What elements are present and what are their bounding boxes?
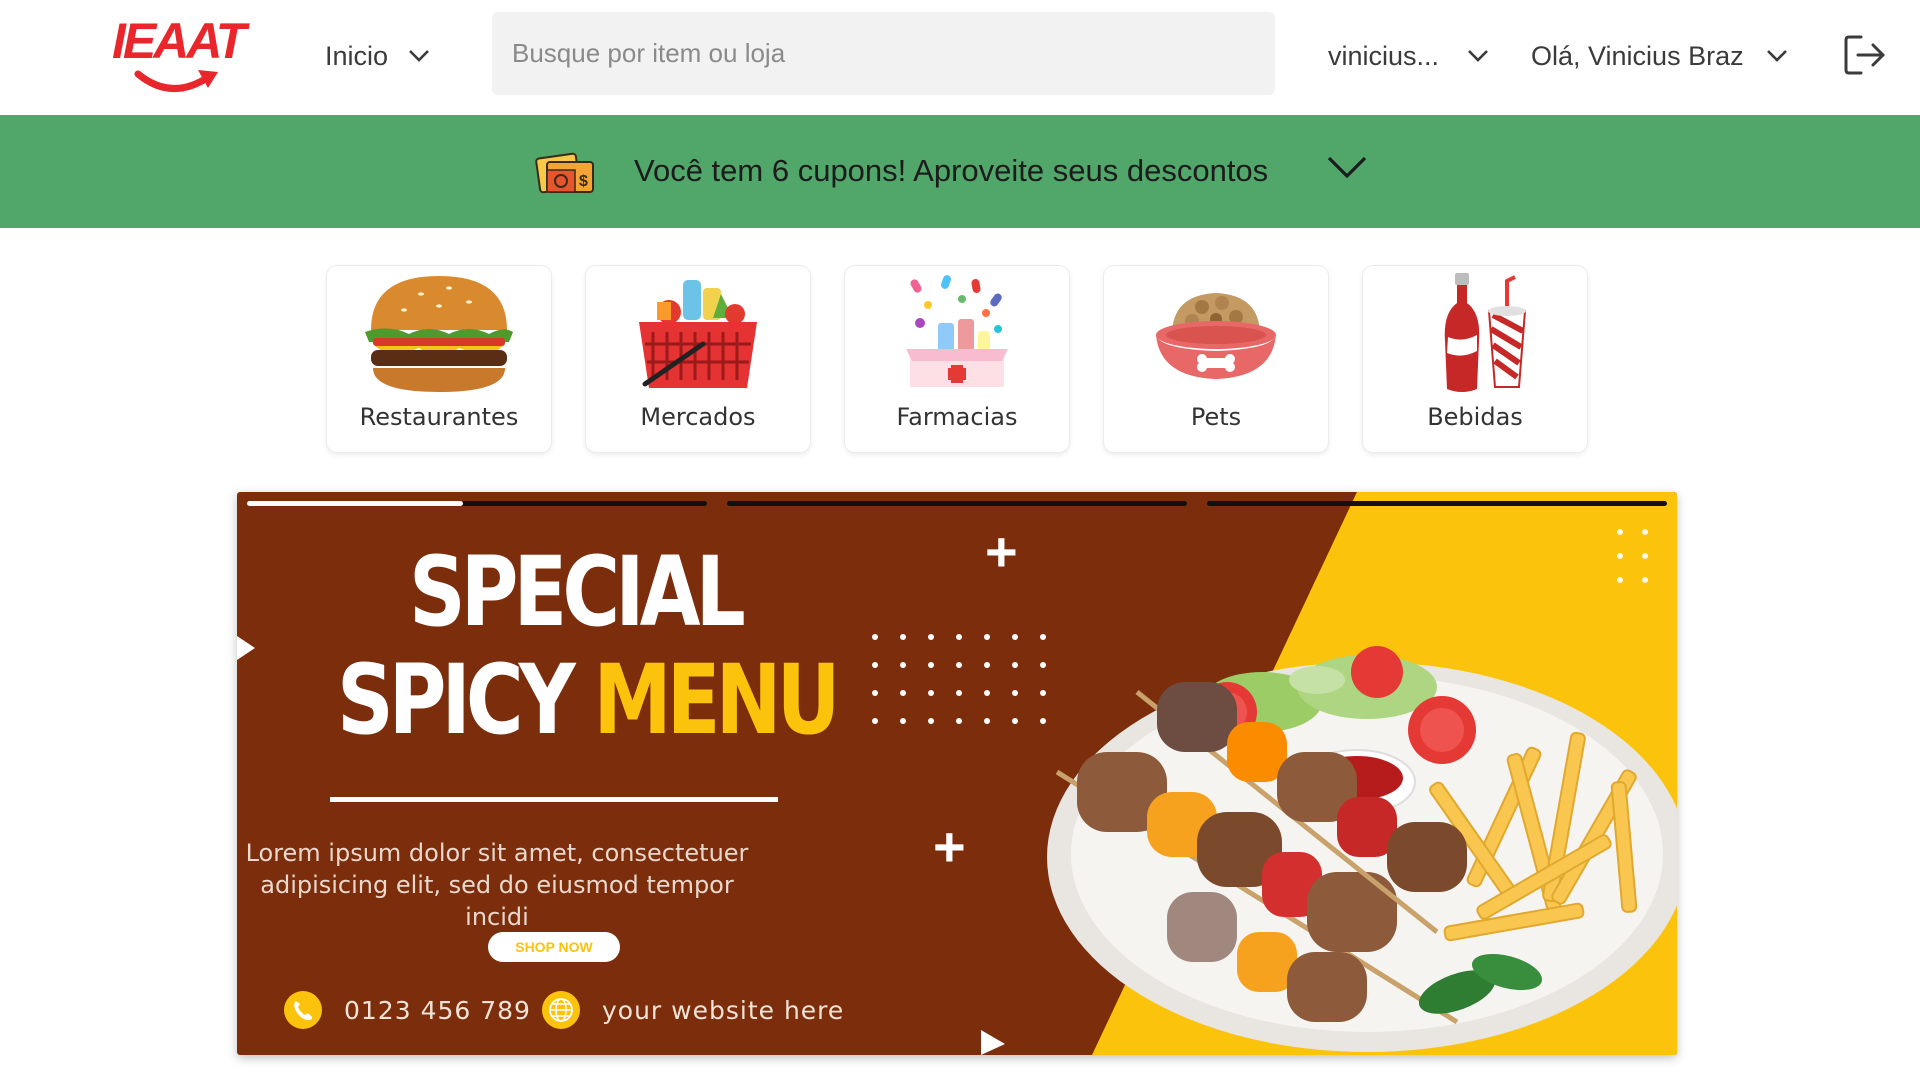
ieaat-logo[interactable]: IEAAT xyxy=(112,13,246,96)
logout-button[interactable] xyxy=(1843,33,1887,77)
search-box[interactable] xyxy=(492,11,1275,96)
coupon-text: Você tem 6 cupons! Aproveite seus descon… xyxy=(634,153,1269,188)
chevron-down-icon[interactable] xyxy=(1326,155,1368,181)
website-text: your website here xyxy=(602,995,845,1025)
address-dropdown[interactable]: vinicius... xyxy=(1328,34,1489,78)
banner-headline-spicy: SPICY xyxy=(337,644,594,756)
banner-website: your website here xyxy=(542,991,844,1029)
banner-body-line1: Lorem ipsum dolor sit amet, consectetuer xyxy=(245,839,749,867)
burger-icon xyxy=(327,270,551,398)
logo-text: IEAAT xyxy=(112,13,246,69)
category-label: Restaurantes xyxy=(359,403,519,431)
decorative-plus-icon: + xyxy=(985,520,1018,583)
category-card-mercados[interactable]: Mercados xyxy=(586,266,810,452)
phone-number: 0123 456 789 xyxy=(344,995,531,1025)
banner-headline-line1: SPECIAL xyxy=(409,536,746,648)
chevron-down-icon xyxy=(1468,50,1488,62)
user-menu-dropdown[interactable]: Olá, Vinicius Braz xyxy=(1531,34,1788,78)
category-label: Pets xyxy=(1190,403,1242,431)
nav-inicio-dropdown[interactable]: Inicio xyxy=(325,34,430,78)
globe-icon xyxy=(542,991,580,1029)
category-card-restaurantes[interactable]: Restaurantes xyxy=(327,266,551,452)
banner-headline-menu: MENU xyxy=(593,644,840,756)
promo-banner-carousel[interactable]: SPECIAL SPICY MENU Lorem ipsum dolor sit… xyxy=(237,492,1677,1055)
slide-progress-2[interactable] xyxy=(727,501,1187,506)
chevron-down-icon xyxy=(409,50,429,62)
chevron-down-icon xyxy=(1766,50,1787,62)
shop-now-button[interactable]: SHOP NOW xyxy=(488,932,620,962)
category-card-farmacias[interactable]: Farmacias xyxy=(845,266,1069,452)
slide-progress-3[interactable] xyxy=(1207,501,1667,506)
category-label: Farmacias xyxy=(896,403,1018,431)
user-greeting: Olá, Vinicius Braz xyxy=(1531,40,1744,71)
decorative-dot-grid xyxy=(872,634,1046,724)
nav-inicio-label: Inicio xyxy=(325,40,389,71)
pet-bowl-icon xyxy=(1104,270,1328,398)
banner-phone: 0123 456 789 xyxy=(284,991,531,1029)
grocery-basket-icon xyxy=(586,270,810,398)
headline-underline xyxy=(330,797,778,802)
coupon-banner[interactable]: $ Você tem 6 cupons! Aproveite seus desc… xyxy=(0,115,1920,228)
decorative-plus-icon: + xyxy=(933,815,966,878)
banner-headline-line2: SPICY MENU xyxy=(337,652,840,748)
category-card-bebidas[interactable]: Bebidas xyxy=(1363,266,1587,452)
banner-body-line2: adipisicing elit, sed do eiusmod tempor … xyxy=(260,871,734,931)
logo-arrow-icon xyxy=(134,70,218,92)
slide-progress-1[interactable] xyxy=(247,501,707,506)
banner-body-text: Lorem ipsum dolor sit amet, consectetuer… xyxy=(237,837,757,933)
pharmacy-icon xyxy=(845,270,1069,398)
food-plate-image xyxy=(1047,646,1677,1052)
drinks-icon xyxy=(1363,270,1587,398)
top-header: IEAAT Inicio vinicius... Olá, Vinicius B… xyxy=(0,0,1920,115)
svg-text:$: $ xyxy=(579,173,588,190)
search-input[interactable] xyxy=(492,11,1275,96)
category-label: Bebidas xyxy=(1427,403,1523,431)
logout-icon xyxy=(1844,35,1885,75)
coupon-icon: $ xyxy=(535,152,594,194)
category-card-pets[interactable]: Pets xyxy=(1104,266,1328,452)
category-label: Mercados xyxy=(640,403,756,431)
address-label: vinicius... xyxy=(1328,40,1440,71)
phone-icon xyxy=(284,991,322,1029)
